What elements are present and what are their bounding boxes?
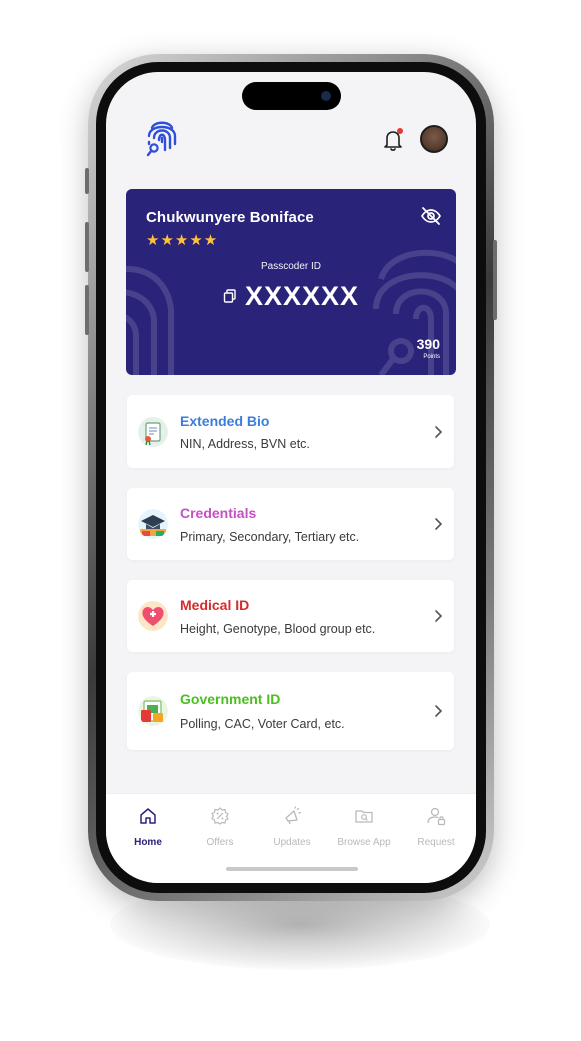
rating-stars: ★★★★★ xyxy=(146,231,219,249)
points-label: Points xyxy=(423,354,440,360)
government-document-icon xyxy=(138,696,168,726)
nav-item-browse-app[interactable]: Browse App xyxy=(327,794,401,864)
menu-title: Extended Bio xyxy=(180,413,270,429)
certificate-icon xyxy=(138,417,168,447)
menu-title: Government ID xyxy=(180,691,281,707)
nav-label: Browse App xyxy=(337,837,391,848)
volume-down-button xyxy=(85,285,89,335)
menu-card-extended-bio[interactable]: Extended Bio NIN, Address, BVN etc. xyxy=(127,395,454,468)
nav-item-home[interactable]: Home xyxy=(111,794,185,864)
fingerprint-decoration-icon xyxy=(126,266,174,375)
graduation-cap-icon xyxy=(138,509,168,539)
menu-subtitle: Primary, Secondary, Tertiary etc. xyxy=(180,530,360,544)
menu-subtitle: Polling, CAC, Voter Card, etc. xyxy=(180,717,345,731)
chevron-right-icon xyxy=(435,426,443,438)
user-avatar[interactable] xyxy=(420,125,448,153)
chevron-right-icon xyxy=(435,705,443,717)
folder-search-icon xyxy=(355,810,373,823)
user-lock-icon xyxy=(427,807,446,826)
nav-label: Updates xyxy=(273,837,311,848)
menu-subtitle: Height, Genotype, Blood group etc. xyxy=(180,622,376,636)
nav-item-updates[interactable]: Updates xyxy=(255,794,329,864)
eye-off-icon[interactable] xyxy=(420,205,442,227)
menu-card-credentials[interactable]: Credentials Primary, Secondary, Tertiary… xyxy=(127,488,454,560)
chevron-right-icon xyxy=(435,518,443,530)
bottom-navigation: Home Offers Updates Browse App Request xyxy=(106,793,476,883)
card-holder-name: Chukwunyere Boniface xyxy=(146,209,314,226)
identity-card: Chukwunyere Boniface ★★★★★ Passcoder ID … xyxy=(126,189,456,375)
points-value: 390 xyxy=(416,336,440,352)
passcode-value: XXXXXX xyxy=(245,281,360,311)
home-icon xyxy=(140,808,156,824)
discount-icon xyxy=(211,807,229,825)
volume-up-button xyxy=(85,222,89,272)
action-button xyxy=(85,168,89,194)
nav-label: Offers xyxy=(206,837,234,848)
heart-medical-icon xyxy=(138,601,168,631)
menu-card-government-id[interactable]: Government ID Polling, CAC, Voter Card, … xyxy=(127,672,454,750)
nav-label: Request xyxy=(417,837,455,848)
notification-badge xyxy=(397,128,403,134)
camera-icon xyxy=(321,91,331,101)
menu-title: Medical ID xyxy=(180,597,250,613)
menu-title: Credentials xyxy=(180,505,257,521)
fingerprint-decoration-icon xyxy=(373,249,456,375)
menu-card-medical-id[interactable]: Medical ID Height, Genotype, Blood group… xyxy=(127,580,454,652)
fingerprint-logo-icon xyxy=(146,121,177,157)
copy-icon[interactable] xyxy=(223,289,237,303)
nav-item-request[interactable]: Request xyxy=(399,794,473,864)
notification-button[interactable] xyxy=(382,128,404,152)
power-button xyxy=(493,240,497,320)
home-indicator[interactable] xyxy=(226,867,358,871)
dynamic-island xyxy=(242,82,341,110)
chevron-right-icon xyxy=(435,610,443,622)
nav-label: Home xyxy=(134,837,162,848)
menu-subtitle: NIN, Address, BVN etc. xyxy=(180,437,310,451)
passcode-label: Passcoder ID xyxy=(260,261,322,272)
app-screen: Chukwunyere Boniface ★★★★★ Passcoder ID … xyxy=(106,72,476,883)
nav-item-offers[interactable]: Offers xyxy=(183,794,257,864)
megaphone-icon xyxy=(285,806,302,825)
